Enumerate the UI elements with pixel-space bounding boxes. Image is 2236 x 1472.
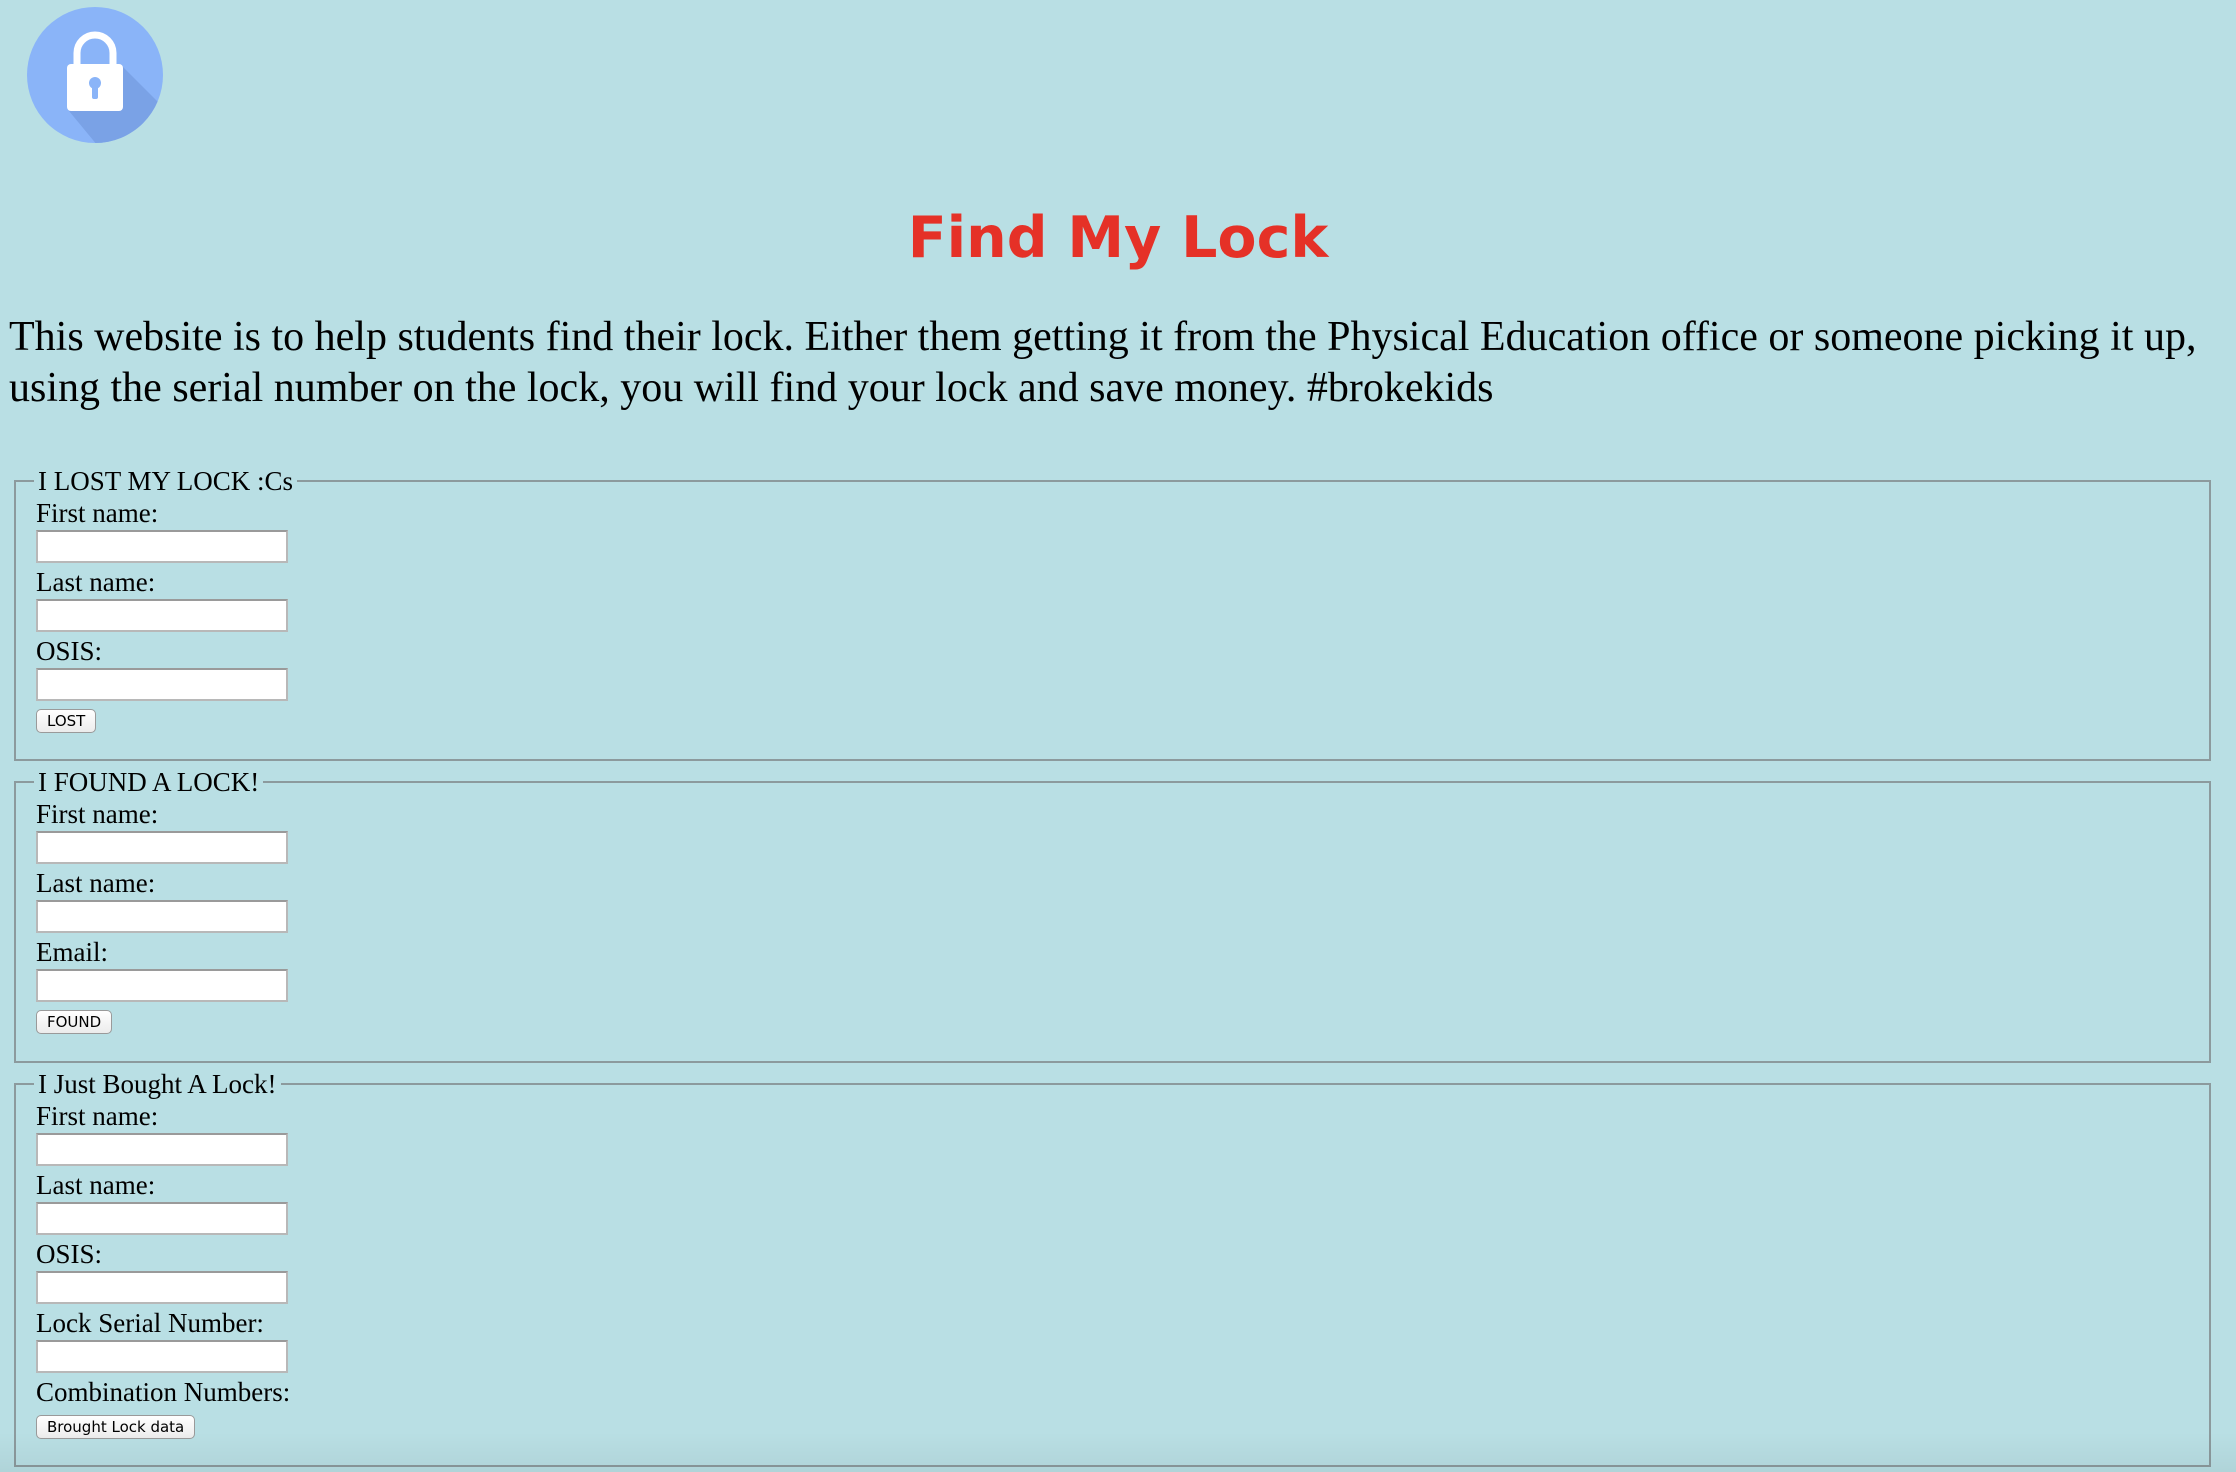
found-lock-legend: I FOUND A LOCK! (38, 767, 260, 797)
lock-icon (27, 7, 163, 143)
lock-serial-label: Lock Serial Number: (36, 1308, 264, 1338)
found-lock-form: I FOUND A LOCK! First name: Last name: E… (14, 767, 2211, 1063)
brought-lock-data-button[interactable]: Brought Lock data (36, 1415, 196, 1439)
first-name-label: First name: (36, 799, 159, 829)
lost-lock-legend: I LOST MY LOCK :Cs (38, 466, 294, 496)
last-name-label: Last name: (36, 567, 156, 597)
lock-logo (27, 7, 163, 143)
osis-label: OSIS: (36, 1239, 103, 1269)
osis-label: OSIS: (36, 636, 103, 666)
first-name-input[interactable] (36, 530, 288, 563)
lost-button[interactable]: LOST (36, 709, 97, 733)
intro-paragraph: This website is to help students find th… (9, 314, 2197, 411)
osis-input[interactable] (36, 668, 288, 701)
first-name-input[interactable] (36, 1133, 288, 1166)
first-name-input[interactable] (36, 831, 288, 864)
page-title: Find My Lock (907, 205, 1329, 271)
bought-lock-legend: I Just Bought A Lock! (38, 1069, 277, 1099)
bought-lock-form: I Just Bought A Lock! First name: Last n… (14, 1069, 2211, 1467)
last-name-label: Last name: (36, 868, 156, 898)
last-name-input[interactable] (36, 599, 288, 632)
first-name-label: First name: (36, 1101, 159, 1131)
email-label: Email: (36, 937, 108, 967)
found-button[interactable]: FOUND (36, 1010, 113, 1034)
combination-numbers-label: Combination Numbers: (36, 1377, 291, 1407)
email-input[interactable] (36, 969, 288, 1002)
last-name-input[interactable] (36, 900, 288, 933)
lock-serial-input[interactable] (36, 1340, 288, 1373)
last-name-input[interactable] (36, 1202, 288, 1235)
lost-lock-form: I LOST MY LOCK :Cs First name: Last name… (14, 466, 2211, 761)
osis-input[interactable] (36, 1271, 288, 1304)
last-name-label: Last name: (36, 1170, 156, 1200)
first-name-label: First name: (36, 498, 159, 528)
